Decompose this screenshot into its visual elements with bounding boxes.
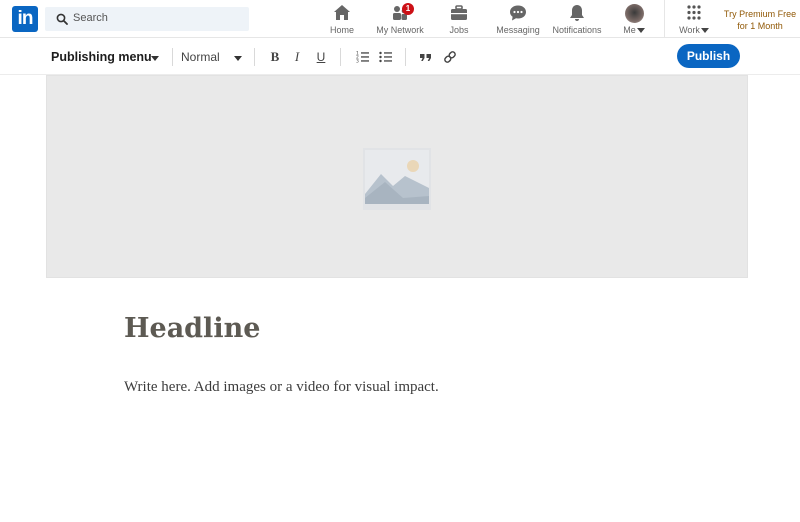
italic-button[interactable]: I	[290, 49, 304, 65]
me-label: Me	[623, 25, 636, 35]
bell-icon	[570, 5, 584, 21]
svg-text:3: 3	[356, 59, 359, 65]
home-icon	[334, 5, 350, 20]
quote-icon[interactable]	[419, 50, 433, 64]
nav-item-label: Me	[604, 25, 664, 35]
underline-button[interactable]: U	[314, 49, 328, 65]
nav-item-label: Home	[329, 25, 354, 35]
premium-upsell-link[interactable]: Try Premium Free for 1 Month	[722, 8, 798, 32]
toolbar-divider	[254, 48, 255, 66]
nav-item-home[interactable]: Home	[312, 3, 372, 37]
bold-button[interactable]: B	[268, 49, 282, 65]
briefcase-icon	[451, 5, 467, 20]
premium-line-1: Try Premium Free	[723, 9, 797, 19]
toolbar-divider	[172, 48, 173, 66]
premium-line-2: for 1 Month	[737, 21, 783, 31]
nav-item-label: My Network	[376, 25, 424, 35]
toolbar-divider	[340, 48, 341, 66]
work-label: Work	[679, 25, 700, 35]
numbered-list-icon[interactable]: 1 2 3	[356, 50, 370, 64]
image-placeholder-icon	[363, 148, 431, 210]
chevron-down-icon	[636, 28, 645, 34]
nav-item-work[interactable]: Work	[664, 3, 724, 37]
nav-item-jobs[interactable]: Jobs	[429, 3, 489, 37]
toolbar-divider	[405, 48, 406, 66]
nav-item-my-network[interactable]: 1 My Network	[370, 3, 430, 37]
nav-item-notifications[interactable]: Notifications	[547, 3, 607, 37]
headline-input[interactable]: Headline	[124, 313, 260, 344]
nav-item-label: Jobs	[449, 25, 469, 35]
nav-item-messaging[interactable]: Messaging	[488, 3, 548, 37]
cover-image-dropzone[interactable]	[46, 75, 748, 278]
nav-item-me[interactable]: Me	[604, 3, 664, 37]
chevron-down-icon	[700, 28, 709, 34]
publish-button[interactable]: Publish	[677, 44, 740, 68]
top-navigation-bar: in Search Home 1 My Network Jobs Messagi…	[0, 0, 800, 38]
avatar	[624, 4, 644, 23]
publishing-menu-button[interactable]: Publishing menu	[51, 50, 152, 64]
grid-apps-icon	[687, 5, 701, 20]
chevron-down-icon[interactable]	[151, 56, 159, 61]
chat-icon	[510, 5, 526, 21]
bulleted-list-icon[interactable]	[379, 50, 393, 64]
linkedin-logo[interactable]: in	[12, 6, 38, 32]
link-icon[interactable]	[443, 50, 457, 64]
chevron-down-icon[interactable]	[234, 56, 242, 61]
search-input[interactable]: Search	[45, 7, 249, 31]
nav-item-label: Messaging	[496, 25, 540, 35]
search-icon	[56, 13, 68, 25]
text-style-select[interactable]: Normal	[181, 50, 220, 64]
search-placeholder: Search	[73, 12, 108, 24]
article-body-input[interactable]: Write here. Add images or a video for vi…	[124, 379, 439, 396]
nav-item-label: Work	[664, 25, 724, 35]
notification-badge: 1	[402, 3, 414, 15]
nav-item-label: Notifications	[552, 25, 602, 35]
